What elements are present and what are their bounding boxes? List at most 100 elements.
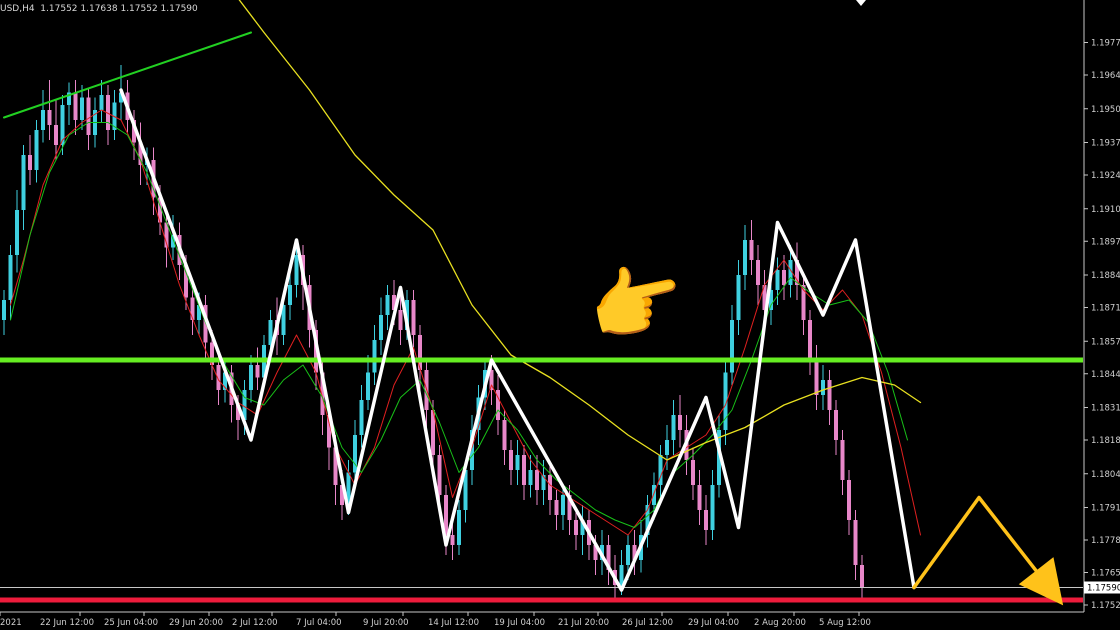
x-tick-label: 29 Jun 20:00 bbox=[169, 618, 223, 628]
candle-body bbox=[749, 240, 754, 260]
candle-body bbox=[756, 260, 760, 285]
y-tick-label: 1.19640 bbox=[1091, 71, 1120, 81]
candle-body bbox=[41, 110, 45, 130]
candle-body bbox=[353, 435, 357, 473]
candle-body bbox=[678, 415, 682, 430]
candle-body bbox=[366, 372, 370, 400]
x-tick-label: 14 Jul 12:00 bbox=[428, 618, 479, 628]
candle-body bbox=[834, 410, 838, 440]
candle-body bbox=[535, 470, 539, 490]
candle-body bbox=[775, 270, 780, 290]
y-tick-label: 1.19240 bbox=[1091, 171, 1120, 181]
candle-body bbox=[548, 475, 552, 500]
candle-body bbox=[372, 340, 377, 373]
candle-body bbox=[288, 285, 292, 305]
candle-body bbox=[86, 97, 91, 135]
candle-body bbox=[2, 300, 6, 320]
candle-body bbox=[15, 210, 19, 255]
candle-body bbox=[385, 295, 390, 315]
candle-body bbox=[457, 510, 461, 545]
candle-body bbox=[359, 400, 364, 435]
candle-body bbox=[821, 380, 825, 395]
candle-body bbox=[665, 440, 669, 455]
y-tick-label: 1.18045 bbox=[1091, 470, 1120, 480]
candle-body bbox=[782, 270, 786, 285]
candle-body bbox=[398, 310, 403, 330]
y-tick-label: 1.17520 bbox=[1091, 601, 1120, 611]
symbol-info-label: USD,H4 1.17552 1.17638 1.17552 1.17590 bbox=[0, 4, 198, 14]
candle-body bbox=[515, 455, 520, 470]
x-tick-label: 26 Jul 12:00 bbox=[622, 618, 673, 628]
candle-body bbox=[736, 275, 741, 320]
candle-body bbox=[509, 450, 513, 470]
candle-body bbox=[54, 125, 58, 145]
candle-body bbox=[554, 500, 559, 515]
candle-body bbox=[34, 130, 39, 170]
candle-body bbox=[840, 440, 845, 480]
y-tick-label: 1.18180 bbox=[1091, 436, 1120, 446]
candle-body bbox=[249, 365, 253, 390]
y-tick-label: 1.17650 bbox=[1091, 569, 1120, 579]
candle-body bbox=[691, 460, 695, 485]
candle-body bbox=[652, 485, 656, 505]
candle-body bbox=[8, 255, 13, 300]
candle-body bbox=[847, 480, 851, 520]
candle-body bbox=[671, 415, 676, 440]
x-tick-label: 2021 bbox=[0, 618, 22, 628]
x-tick-label: 25 Jun 04:00 bbox=[104, 618, 158, 628]
candle-body bbox=[808, 320, 812, 360]
y-tick-label: 1.19505 bbox=[1091, 105, 1120, 115]
x-tick-label: 2 Aug 20:00 bbox=[754, 618, 806, 628]
candle-body bbox=[528, 470, 533, 485]
x-tick-label: 7 Jul 04:00 bbox=[296, 618, 342, 628]
candle-body bbox=[827, 380, 832, 410]
pointing-hand-icon: 👉 bbox=[579, 249, 694, 358]
candle-body bbox=[80, 97, 84, 120]
x-tick-label: 29 Jul 04:00 bbox=[688, 618, 739, 628]
candle-body bbox=[411, 300, 416, 335]
y-tick-label: 1.19370 bbox=[1091, 139, 1120, 149]
candle-body bbox=[704, 510, 708, 530]
candle-body bbox=[743, 240, 747, 275]
y-tick-label: 1.19105 bbox=[1091, 205, 1120, 215]
candle-body bbox=[450, 535, 455, 545]
candle-body bbox=[21, 155, 26, 210]
x-tick-label: 19 Jul 04:00 bbox=[494, 618, 545, 628]
candle-body bbox=[437, 455, 442, 495]
candle-body bbox=[697, 485, 702, 510]
candle-body bbox=[73, 92, 78, 120]
candle-body bbox=[379, 315, 383, 340]
y-tick-label: 1.18710 bbox=[1091, 304, 1120, 314]
candle-body bbox=[28, 155, 32, 170]
candle-body bbox=[561, 495, 565, 515]
x-tick-label: 5 Aug 12:00 bbox=[819, 618, 871, 628]
current-price-label: 1.17590 bbox=[1087, 584, 1120, 594]
y-tick-label: 1.17910 bbox=[1091, 504, 1120, 514]
y-tick-label: 1.17780 bbox=[1091, 536, 1120, 546]
scroll-marker-icon[interactable] bbox=[856, 0, 866, 6]
candle-body bbox=[710, 485, 715, 530]
candle-body bbox=[47, 110, 52, 125]
candle-body bbox=[574, 520, 578, 535]
candle-body bbox=[860, 565, 864, 588]
y-tick-label: 1.18445 bbox=[1091, 370, 1120, 380]
y-tick-label: 1.18840 bbox=[1091, 271, 1120, 281]
y-tick-label: 1.18310 bbox=[1091, 404, 1120, 414]
candle-body bbox=[814, 360, 819, 395]
candle-body bbox=[522, 455, 526, 485]
candle-body bbox=[294, 255, 299, 285]
candle-body bbox=[502, 420, 507, 450]
candle-body bbox=[255, 365, 260, 378]
candle-body bbox=[190, 297, 195, 320]
candle-body bbox=[853, 520, 858, 565]
y-tick-label: 1.19770 bbox=[1091, 39, 1120, 49]
chart-area[interactable]: 1.19770 1.19640 1.19505 1.19370 1.19240 1.191… bbox=[0, 0, 1120, 630]
candle-body bbox=[619, 565, 624, 585]
candle-body bbox=[99, 95, 104, 110]
x-tick-label: 9 Jul 20:00 bbox=[363, 618, 409, 628]
price-chart[interactable]: 1.19770 1.19640 1.19505 1.19370 1.19240 1.191… bbox=[0, 0, 1120, 630]
x-tick-label: 21 Jul 20:00 bbox=[558, 618, 609, 628]
candle-body bbox=[730, 320, 734, 373]
x-tick-label: 2 Jul 12:00 bbox=[232, 618, 278, 628]
y-tick-label: 1.18575 bbox=[1091, 337, 1120, 347]
